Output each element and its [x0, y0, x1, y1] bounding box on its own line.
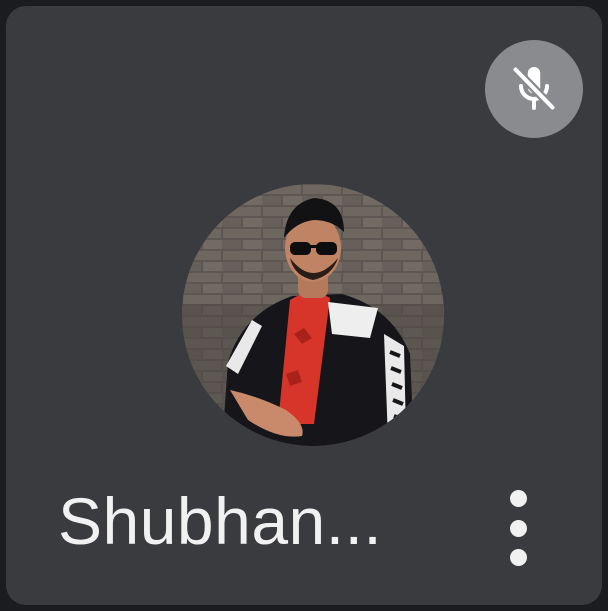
participant-tile[interactable]: Shubhan...	[6, 6, 602, 605]
more-vert-icon	[509, 490, 527, 507]
participant-photo	[182, 184, 444, 446]
more-vert-icon-dot	[509, 549, 527, 566]
mic-off-icon	[511, 65, 557, 112]
mute-indicator	[485, 40, 583, 138]
participant-name: Shubhan...	[58, 484, 383, 558]
more-options-button[interactable]	[496, 490, 540, 566]
more-vert-icon-dot	[509, 519, 527, 537]
avatar	[182, 184, 444, 446]
